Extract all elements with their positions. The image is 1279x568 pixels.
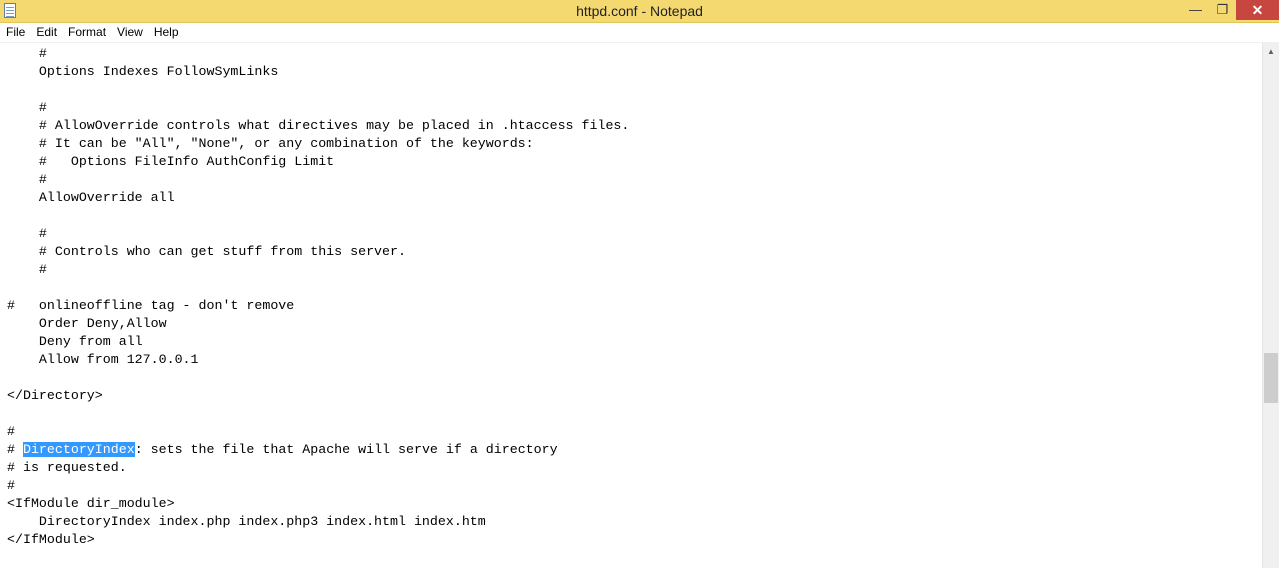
code-line: # (7, 100, 47, 115)
code-line: Deny from all (7, 334, 143, 349)
code-line: Order Deny,Allow (7, 316, 167, 331)
code-line: </Directory> (7, 388, 103, 403)
code-line: AllowOverride all (7, 190, 175, 205)
code-line: # Controls who can get stuff from this s… (7, 244, 406, 259)
menu-view[interactable]: View (112, 23, 148, 42)
code-line: # AllowOverride controls what directives… (7, 118, 630, 133)
menu-bar: File Edit Format View Help (0, 23, 1279, 43)
menu-help[interactable]: Help (149, 23, 184, 42)
text-selection[interactable]: DirectoryIndex (22, 442, 135, 457)
code-line: DirectoryIndex index.php index.php3 inde… (7, 514, 486, 529)
code-line: # (7, 262, 47, 277)
text-before-selection: # (7, 442, 23, 457)
scroll-up-arrow-icon[interactable]: ▲ (1263, 43, 1279, 60)
code-line: # onlineoffline tag - don't remove (7, 298, 295, 313)
code-line: </IfModule> (7, 532, 95, 547)
menu-format[interactable]: Format (63, 23, 111, 42)
scrollbar-thumb[interactable] (1264, 353, 1278, 403)
text-after-selection: : sets the file that Apache will serve i… (134, 442, 558, 457)
vertical-scrollbar[interactable]: ▲ (1262, 43, 1279, 568)
code-line: # (7, 424, 15, 439)
code-line: # (7, 172, 47, 187)
menu-edit[interactable]: Edit (31, 23, 62, 42)
menu-file[interactable]: File (1, 23, 30, 42)
code-line: <IfModule dir_module> (7, 496, 175, 511)
close-button[interactable]: ✕ (1236, 0, 1279, 20)
window-title: httpd.conf - Notepad (576, 3, 703, 19)
code-line: Allow from 127.0.0.1 (7, 352, 199, 367)
code-line: # It can be "All", "None", or any combin… (7, 136, 534, 151)
code-line-selected: # DirectoryIndex: sets the file that Apa… (7, 441, 558, 459)
title-bar[interactable]: httpd.conf - Notepad — ❐ ✕ (0, 0, 1279, 23)
code-line: Options Indexes FollowSymLinks (7, 64, 279, 79)
code-line: # is requested. (7, 460, 127, 475)
code-line: # (7, 478, 15, 493)
text-editor[interactable]: # Options Indexes FollowSymLinks # # All… (0, 43, 1262, 568)
minimize-button[interactable]: — (1182, 0, 1209, 20)
restore-button[interactable]: ❐ (1209, 0, 1236, 20)
code-line: # (7, 46, 47, 61)
code-line: # Options FileInfo AuthConfig Limit (7, 154, 335, 169)
code-line: # (7, 226, 47, 241)
